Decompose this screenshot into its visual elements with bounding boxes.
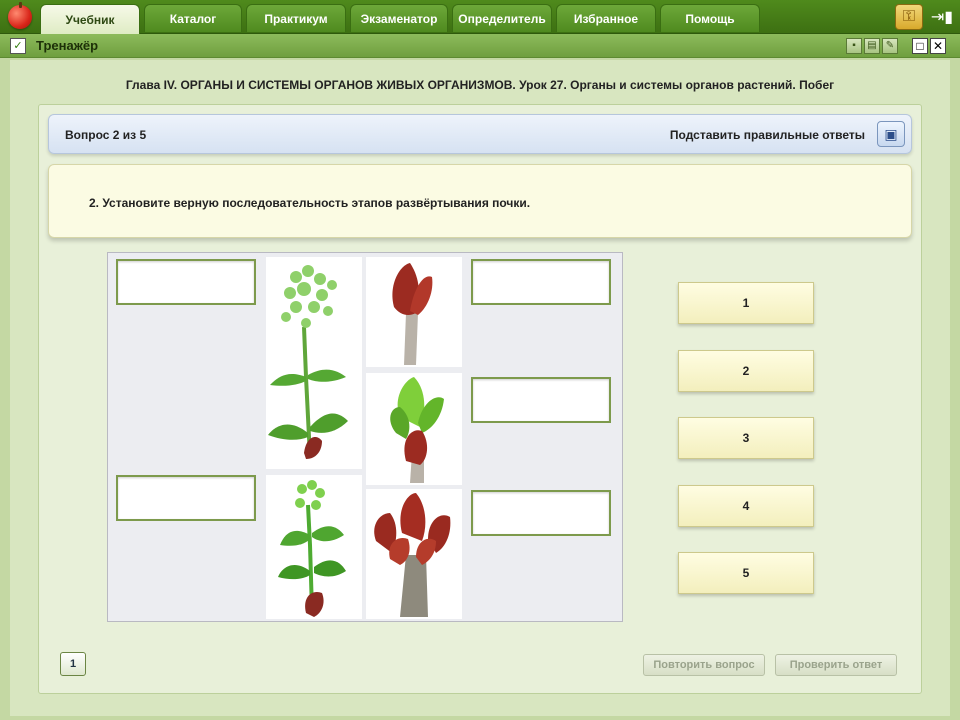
top-nav-bar: Учебник Каталог Практикум Экзаменатор Оп… [0,0,960,34]
drag-board [107,252,623,622]
drop-slot-2[interactable] [116,475,256,521]
close-icon[interactable]: ✕ [930,38,946,54]
tab-catalog[interactable]: Каталог [144,4,242,32]
image-closed-bud[interactable] [366,257,462,367]
tab-textbook[interactable]: Учебник [40,4,140,34]
checklist-icon: ✓ [10,38,26,54]
answer-button-3[interactable]: 3 [678,417,814,459]
exit-door-icon[interactable]: ⇥▮ [929,4,955,30]
drop-slot-1[interactable] [116,259,256,305]
answer-button-2[interactable]: 2 [678,350,814,392]
apple-logo-icon[interactable] [8,2,32,29]
question-header: Вопрос 2 из 5 Подставить правильные отве… [48,114,912,154]
tab-examiner[interactable]: Экзаменатор [350,4,448,32]
window-title-bar: ✓ Тренажёр ▪ ▤ ✎ □ ✕ [0,34,960,58]
chapter-title: Глава IV. ОРГАНЫ И СИСТЕМЫ ОРГАНОВ ЖИВЫХ… [125,78,835,92]
substitute-answers-icon[interactable]: ▣ [877,121,905,147]
drop-slot-3[interactable] [471,259,611,305]
image-winter-buds[interactable] [366,489,462,619]
task-panel: 2. Установите верную последовательность … [48,164,912,238]
task-text: 2. Установите верную последовательность … [89,196,531,210]
answer-button-1[interactable]: 1 [678,282,814,324]
repeat-question-button[interactable]: Повторить вопрос [643,654,765,676]
tab-practicum[interactable]: Практикум [246,4,346,32]
drop-slot-5[interactable] [471,490,611,536]
window-title: Тренажёр [36,38,99,53]
image-young-shoot[interactable] [266,475,362,619]
answer-button-4[interactable]: 4 [678,485,814,527]
question-counter-icon[interactable]: 1 [60,652,86,676]
tab-identifier[interactable]: Определитель [452,4,552,32]
check-answer-button[interactable]: Проверить ответ [775,654,897,676]
drop-slot-4[interactable] [471,377,611,423]
tab-help[interactable]: Помощь [660,4,760,32]
main-panel: Глава IV. ОРГАНЫ И СИСТЕМЫ ОРГАНОВ ЖИВЫХ… [10,60,950,716]
image-flowering-shoot[interactable] [266,257,362,469]
substitute-answers-label: Подставить правильные ответы [669,128,865,142]
tab-favorites[interactable]: Избранное [556,4,656,32]
maximize-icon[interactable]: □ [912,38,928,54]
edit-icon[interactable]: ✎ [882,38,898,54]
print-icon[interactable]: ▤ [864,38,880,54]
answer-button-5[interactable]: 5 [678,552,814,594]
image-opening-bud[interactable] [366,373,462,485]
save-icon[interactable]: ▪ [846,38,862,54]
key-icon[interactable]: ⚿ [895,4,923,30]
question-counter: Вопрос 2 из 5 [65,128,147,142]
